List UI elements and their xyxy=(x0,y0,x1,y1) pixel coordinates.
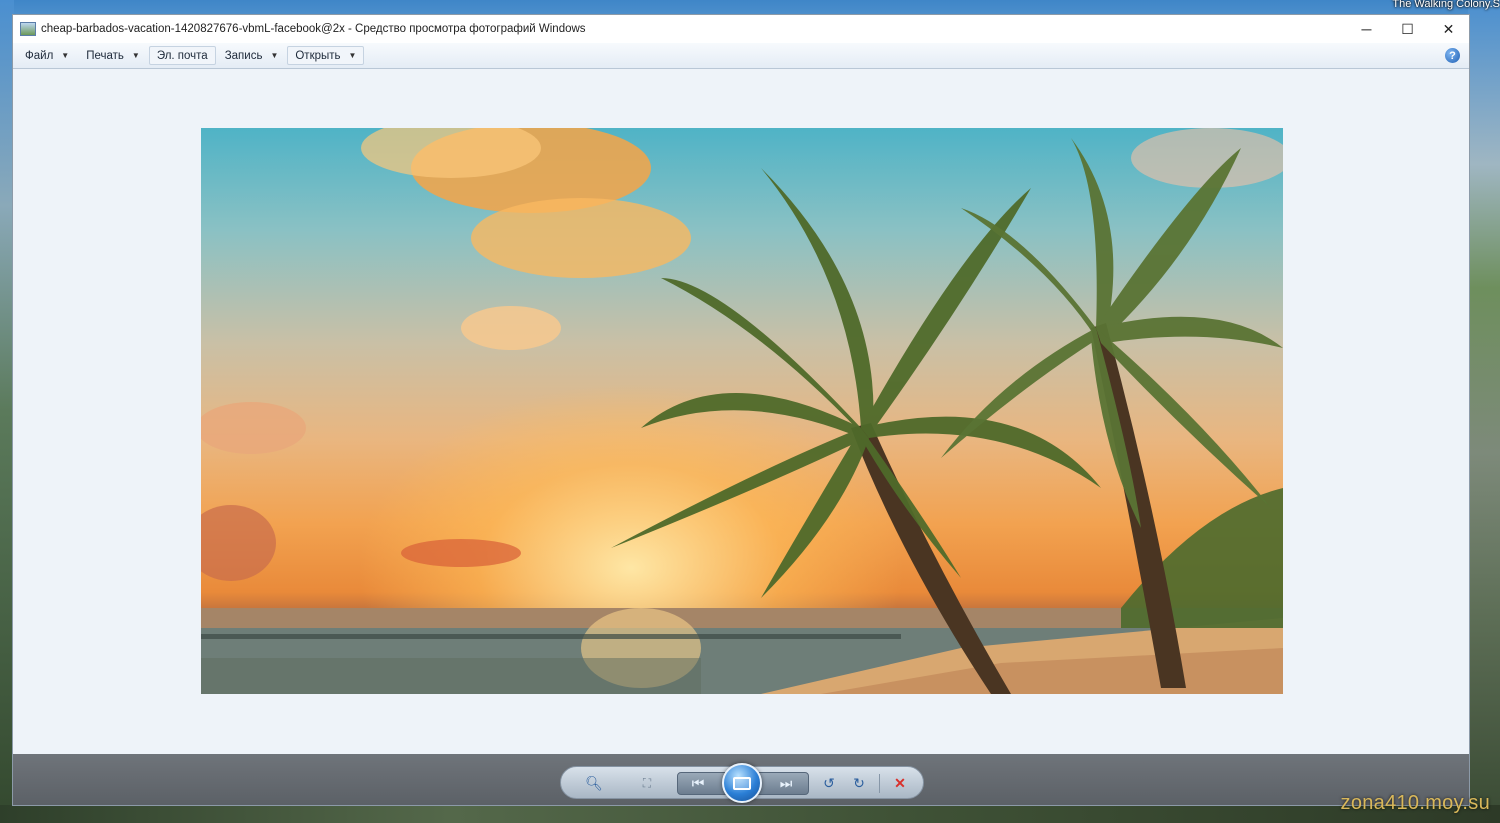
maximize-button[interactable]: ☐ xyxy=(1387,15,1428,43)
menu-file-label: Файл xyxy=(25,49,54,62)
minimize-button[interactable]: ─ xyxy=(1346,15,1387,43)
chevron-down-icon: ▼ xyxy=(270,51,279,60)
delete-button[interactable]: ✕ xyxy=(889,773,911,793)
playback-controls: 🔍︎ ⛶ ⏮ ⏭ ↺ ↻ ✕ xyxy=(560,763,924,803)
magnifier-icon: 🔍︎ xyxy=(585,774,603,791)
menu-email-label: Эл. почта xyxy=(156,49,208,62)
delete-x-icon: ✕ xyxy=(894,774,906,791)
menu-print[interactable]: Печать ▼ xyxy=(78,46,148,65)
image-viewport xyxy=(13,69,1469,754)
slideshow-button[interactable] xyxy=(722,763,762,803)
desktop-wallpaper-bottom xyxy=(0,805,1500,823)
rotate-right-button[interactable]: ↻ xyxy=(848,773,870,793)
rotate-cw-icon: ↻ xyxy=(853,774,865,791)
chevron-down-icon: ▼ xyxy=(348,51,357,60)
close-button[interactable]: ✕ xyxy=(1428,15,1469,43)
bottom-toolbar: 🔍︎ ⛶ ⏮ ⏭ ↺ ↻ ✕ xyxy=(13,754,1469,805)
menu-email[interactable]: Эл. почта xyxy=(148,46,216,65)
help-icon[interactable]: ? xyxy=(1445,48,1460,63)
menu-bar: Файл ▼ Печать ▼ Эл. почта Запись ▼ Откры… xyxy=(13,43,1469,69)
slideshow-icon xyxy=(733,776,751,790)
chevron-down-icon: ▼ xyxy=(131,51,140,60)
actual-size-button[interactable]: ⛶ xyxy=(636,773,658,793)
toolbar-divider xyxy=(879,774,880,793)
skip-previous-icon: ⏮ xyxy=(691,774,705,791)
previous-button[interactable]: ⏮ xyxy=(687,773,709,793)
menu-print-label: Печать xyxy=(86,49,124,62)
rotate-left-button[interactable]: ↺ xyxy=(818,773,840,793)
title-bar[interactable]: cheap-barbados-vacation-1420827676-vbmL-… xyxy=(13,15,1469,43)
window-title: cheap-barbados-vacation-1420827676-vbmL-… xyxy=(41,23,586,35)
next-button[interactable]: ⏭ xyxy=(775,773,797,793)
photo-viewer-window: cheap-barbados-vacation-1420827676-vbmL-… xyxy=(12,14,1470,806)
menu-open[interactable]: Открыть ▼ xyxy=(287,46,365,65)
chevron-down-icon: ▼ xyxy=(61,51,70,60)
window-controls: ─ ☐ ✕ xyxy=(1346,15,1469,43)
menu-file[interactable]: Файл ▼ xyxy=(17,46,77,65)
displayed-photo xyxy=(201,128,1283,694)
watermark-text: zona410.moy.su xyxy=(1340,792,1490,814)
menu-burn-label: Запись xyxy=(224,49,263,62)
skip-next-icon: ⏭ xyxy=(779,774,793,791)
menu-open-label: Открыть xyxy=(295,49,341,62)
desktop-wallpaper-right xyxy=(1468,0,1500,823)
rotate-ccw-icon: ↺ xyxy=(823,774,835,791)
menu-burn[interactable]: Запись ▼ xyxy=(217,46,287,65)
photo-illustration xyxy=(201,128,1283,694)
fit-window-icon: ⛶ xyxy=(642,775,652,790)
desktop-icon-label[interactable]: The Walking Colony.S xyxy=(1392,0,1500,10)
zoom-button[interactable]: 🔍︎ xyxy=(583,773,605,793)
app-icon xyxy=(20,22,36,36)
